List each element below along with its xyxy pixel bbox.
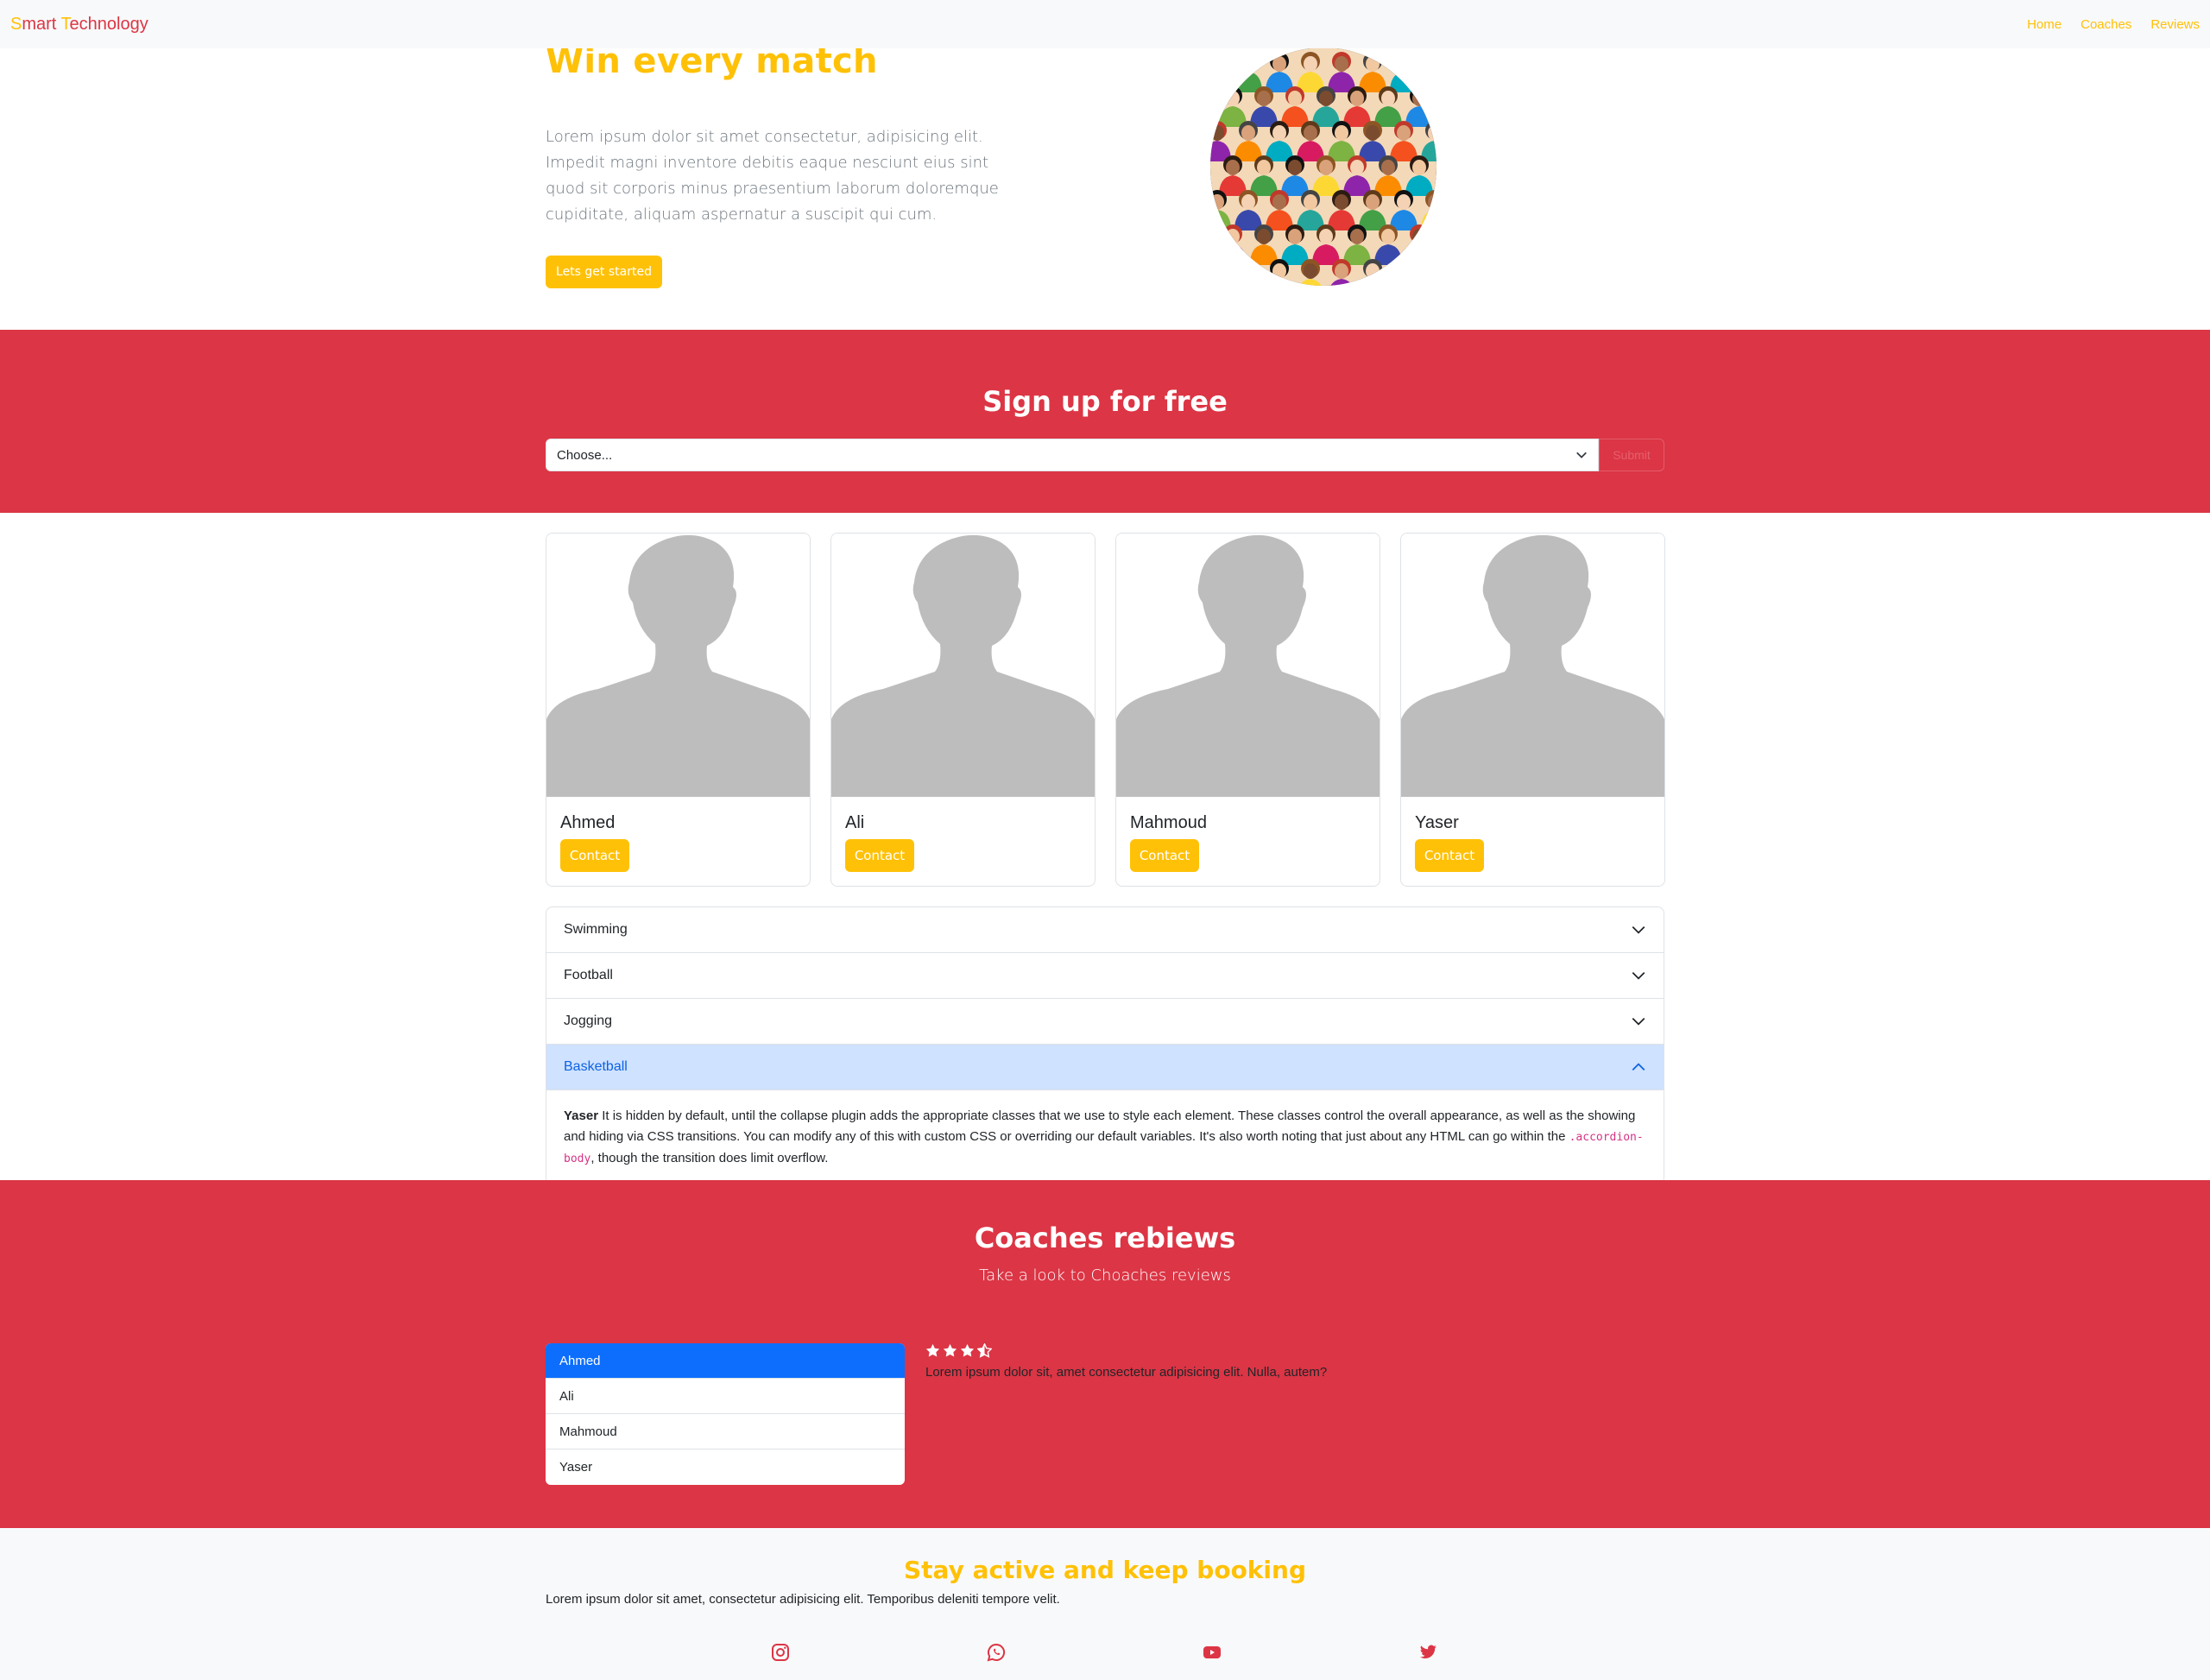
accordion-body-text: It is hidden by default, until the colla… xyxy=(564,1108,1636,1144)
chevron-up-icon xyxy=(1632,1063,1645,1071)
navbar: Smart Technology Home Coaches Reviews xyxy=(0,0,2210,48)
coach-card: Ahmed Contact xyxy=(546,533,811,887)
contact-button[interactable]: Contact xyxy=(845,839,914,872)
brand-letter-t: T xyxy=(60,14,70,34)
chevron-down-icon xyxy=(1632,1017,1645,1026)
accordion-item-swimming[interactable]: Swimming xyxy=(546,907,1664,953)
person-placeholder-icon xyxy=(1116,534,1380,797)
star-icon xyxy=(943,1343,957,1357)
review-text: Lorem ipsum dolor sit, amet consectetur … xyxy=(925,1365,1328,1380)
submit-button[interactable]: Submit xyxy=(1599,439,1664,471)
accordion-label: Jogging xyxy=(564,1014,613,1028)
nav-links: Home Coaches Reviews xyxy=(2027,17,2200,32)
get-started-button[interactable]: Lets get started xyxy=(546,256,662,288)
nav-link-coaches[interactable]: Coaches xyxy=(2081,17,2131,32)
contact-button[interactable]: Contact xyxy=(1415,839,1484,872)
coach-card: Ali Contact xyxy=(830,533,1096,887)
twitter-icon[interactable] xyxy=(1418,1642,1438,1663)
accordion-body-text-end: , though the transition does limit overf… xyxy=(590,1151,829,1165)
coach-name: Ali xyxy=(845,813,865,832)
review-list-item[interactable]: Ahmed xyxy=(546,1343,905,1379)
accordion-body: Yaser It is hidden by default, until the… xyxy=(546,1090,1664,1184)
brand-text-echnology: echnology xyxy=(69,14,148,34)
coach-card: Mahmoud Contact xyxy=(1115,533,1380,887)
instagram-icon[interactable] xyxy=(770,1642,791,1663)
accordion-body-strong: Yaser xyxy=(564,1108,599,1123)
youtube-icon[interactable] xyxy=(1202,1642,1222,1663)
whatsapp-icon[interactable] xyxy=(986,1642,1007,1663)
accordion-label: Swimming xyxy=(564,922,628,937)
sport-select[interactable]: Choose... xyxy=(546,439,1599,471)
review-list-item[interactable]: Mahmoud xyxy=(546,1414,905,1449)
brand-logo[interactable]: Smart Technology xyxy=(10,15,148,35)
person-placeholder-icon xyxy=(546,534,810,797)
chevron-down-icon xyxy=(1632,925,1645,934)
coach-review-list: Ahmed Ali Mahmoud Yaser xyxy=(546,1343,905,1485)
accordion-label: Football xyxy=(564,968,613,982)
sport-select-value: Choose... xyxy=(557,447,613,463)
sports-accordion: Swimming Football Jogging Basketball Yas… xyxy=(546,906,1664,1184)
reviews-title: Coaches rebiews xyxy=(974,1222,1236,1254)
footer-title: Stay active and keep booking xyxy=(903,1556,1307,1584)
reviews-subtitle: Take a look to Choaches reviews xyxy=(979,1266,1231,1285)
accordion-item-basketball[interactable]: Basketball xyxy=(546,1045,1664,1090)
accordion-label: Basketball xyxy=(564,1059,628,1074)
accordion-item-football[interactable]: Football xyxy=(546,953,1664,999)
star-icon xyxy=(925,1343,940,1357)
coach-name: Mahmoud xyxy=(1130,813,1207,832)
brand-letter-s: S xyxy=(10,14,22,34)
hero-text: Lorem ipsum dolor sit amet consectetur, … xyxy=(546,128,999,224)
brand-text-mart: mart xyxy=(22,14,61,34)
signup-section: Sign up for free Choose... Submit xyxy=(0,330,2210,513)
review-list-item[interactable]: Yaser xyxy=(546,1449,905,1485)
contact-button[interactable]: Contact xyxy=(560,839,629,872)
coach-card: Yaser Contact xyxy=(1400,533,1665,887)
footer-text: Lorem ipsum dolor sit amet, consectetur … xyxy=(546,1592,1060,1607)
star-icon xyxy=(960,1343,975,1357)
person-placeholder-icon xyxy=(1401,534,1664,797)
coach-name: Yaser xyxy=(1415,813,1459,832)
star-half-icon xyxy=(977,1343,992,1358)
nav-link-reviews[interactable]: Reviews xyxy=(2150,17,2200,32)
star-rating xyxy=(925,1343,992,1358)
reviews-section: Coaches rebiews Take a look to Choaches … xyxy=(0,1180,2210,1528)
crowd-illustration xyxy=(1210,47,1436,286)
nav-link-home[interactable]: Home xyxy=(2027,17,2062,32)
accordion-item-jogging[interactable]: Jogging xyxy=(546,999,1664,1045)
review-list-item[interactable]: Ali xyxy=(546,1379,905,1414)
signup-title: Sign up for free xyxy=(982,385,1228,418)
footer: Stay active and keep booking Lorem ipsum… xyxy=(0,1528,2210,1680)
chevron-down-icon xyxy=(1576,452,1587,458)
coach-name: Ahmed xyxy=(560,813,616,832)
chevron-down-icon xyxy=(1632,971,1645,980)
person-placeholder-icon xyxy=(831,534,1095,797)
contact-button[interactable]: Contact xyxy=(1130,839,1199,872)
